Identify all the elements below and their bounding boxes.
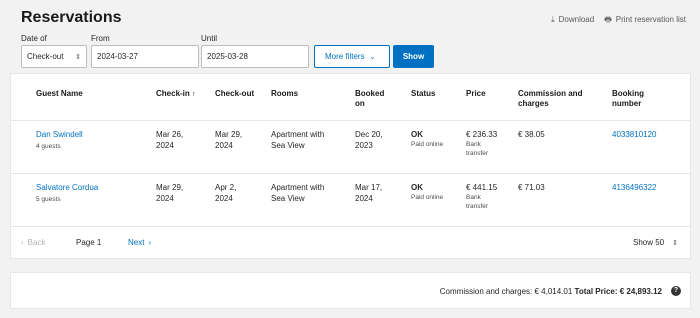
next-button[interactable]: Next › [128, 238, 151, 247]
table-row: Salvatore Cordua 5 guests Mar 29, 2024 A… [11, 174, 690, 227]
from-label: From [91, 34, 110, 43]
header-guest-name[interactable]: Guest Name [36, 89, 83, 99]
header-booked-on-line1: Booked [355, 89, 385, 98]
booked-on-line1: Mar 17, [355, 183, 383, 192]
header-check-in[interactable]: Check-in ↑ [156, 89, 196, 100]
show-button[interactable]: Show [393, 45, 434, 68]
chevron-down-icon: ⌄ [369, 53, 376, 61]
check-out-date-line1: Apr 2, [215, 183, 237, 192]
more-filters-label: More filters [325, 52, 365, 61]
guest-count: 5 guests [36, 196, 61, 203]
date-of-label: Date of [21, 34, 47, 43]
booking-number-link[interactable]: 4136496322 [612, 182, 657, 193]
page-size-label: Show 50 [632, 238, 665, 247]
commission-value: € 71.03 [518, 183, 545, 192]
totals-bar: Commission and charges: € 4,014.01 Total… [10, 272, 691, 309]
guest-count: 4 guests [36, 143, 61, 150]
header-status[interactable]: Status [411, 89, 435, 99]
sort-arrow-icon: ↑ [192, 91, 196, 98]
booked-on-line2: 2023 [355, 141, 373, 150]
header-check-out[interactable]: Check-out [215, 89, 254, 99]
next-label: Next [128, 238, 145, 247]
header-booking-number[interactable]: Booking number [612, 89, 644, 109]
updown-icon: ⇕ [75, 53, 81, 61]
booked-on-line2: 2024 [355, 194, 373, 203]
download-link[interactable]: ⤓ Download [551, 15, 594, 24]
header-commission[interactable]: Commission and charges [518, 89, 582, 109]
from-date-input[interactable]: 2024-03-27 [91, 45, 199, 68]
help-icon[interactable]: ? [671, 286, 681, 296]
until-date-value: 2025-03-28 [207, 52, 248, 61]
header-booking-number-line2: number [612, 99, 642, 108]
check-in-date-line1: Mar 26, [156, 130, 184, 139]
top-actions: ⤓ Download 🖶 Print reservation list [551, 15, 686, 24]
date-of-value: Check-out [27, 52, 64, 61]
check-in-date-line2: 2024 [156, 141, 174, 150]
guest-name-link[interactable]: Dan Swindell [36, 129, 83, 140]
header-check-in-label: Check-in [156, 89, 190, 98]
show-button-label: Show [402, 52, 425, 61]
price-value: € 236.33 [466, 130, 498, 139]
room-line1: Apartment with [271, 183, 325, 192]
from-date-value: 2024-03-27 [97, 52, 138, 61]
price-sub-line2: transfer [466, 150, 489, 157]
until-label: Until [201, 34, 218, 43]
check-out-date-line1: Mar 29, [215, 130, 243, 139]
guest-name-link[interactable]: Salvatore Cordua [36, 182, 98, 193]
header-booked-on[interactable]: Booked on [355, 89, 384, 109]
check-in-date-line2: 2024 [156, 194, 174, 203]
download-label: Download [558, 15, 595, 24]
back-label: Back [27, 238, 46, 247]
chevron-right-icon: › [148, 238, 152, 247]
check-out-date-line2: 2024 [215, 141, 233, 150]
price-value: € 441.15 [466, 183, 498, 192]
printer-icon: 🖶 [604, 14, 612, 24]
booking-number-link[interactable]: 4033810120 [612, 129, 657, 140]
table-row: Dan Swindell 4 guests Mar 26, 2024 Mar 2… [11, 121, 690, 174]
print-label: Print reservation list [615, 15, 686, 24]
header-commission-line2: charges [518, 99, 549, 108]
header-commission-line1: Commission and [518, 89, 583, 98]
chevron-left-icon: ‹ [21, 238, 24, 247]
more-filters-button[interactable]: More filters ⌄ [314, 45, 390, 68]
totals-text: Commission and charges: € 4,014.01 Total… [440, 287, 662, 296]
header-rooms[interactable]: Rooms [271, 89, 298, 99]
page-size-select[interactable]: Show 50 ⇕ [633, 238, 678, 247]
price-sub-line1: Bank [466, 194, 481, 201]
pagination: ‹ Back Page 1 Next › Show 50 ⇕ [11, 227, 690, 259]
room-line1: Apartment with [271, 130, 325, 139]
commission-value: € 38.05 [518, 130, 545, 139]
total-price: Total Price: € 24,893.12 [574, 287, 662, 296]
updown-icon: ⇕ [672, 239, 678, 247]
download-icon: ⤓ [551, 14, 555, 24]
back-button[interactable]: ‹ Back [21, 238, 45, 247]
page-title: Reservations [21, 9, 122, 26]
status-sub: Paid online [411, 141, 444, 148]
room-line2: Sea View [271, 194, 305, 203]
status-value: OK [411, 130, 423, 139]
commission-total: Commission and charges: € 4,014.01 [439, 287, 573, 296]
status-value: OK [411, 183, 423, 192]
until-date-input[interactable]: 2025-03-28 [201, 45, 309, 68]
header-booked-on-line2: on [355, 99, 365, 108]
status-sub: Paid online [411, 194, 444, 201]
check-out-date-line2: 2024 [215, 194, 233, 203]
price-sub-line1: Bank [466, 141, 481, 148]
print-reservation-list-link[interactable]: 🖶 Print reservation list [604, 15, 686, 24]
check-in-date-line1: Mar 29, [156, 183, 184, 192]
header-price[interactable]: Price [466, 89, 486, 99]
reservations-table: Guest Name Check-in ↑ Check-out Rooms Bo… [10, 73, 691, 259]
date-of-select[interactable]: Check-out ⇕ [21, 45, 87, 68]
filter-bar: Date of Check-out ⇕ From 2024-03-27 Unti… [21, 33, 434, 68]
price-sub-line2: transfer [466, 203, 489, 210]
room-line2: Sea View [271, 141, 305, 150]
page-indicator: Page 1 [76, 238, 102, 247]
table-header: Guest Name Check-in ↑ Check-out Rooms Bo… [11, 74, 690, 121]
header-booking-number-line1: Booking [612, 89, 644, 98]
booked-on-line1: Dec 20, [355, 130, 383, 139]
